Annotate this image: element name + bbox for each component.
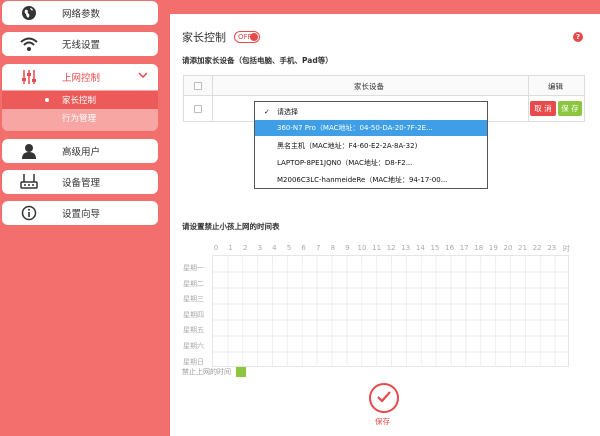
column-header-device: 家长设备 [354,82,384,91]
nav-device-management[interactable]: 设备管理 [2,170,158,194]
router-icon [20,173,38,191]
save-button[interactable] [369,383,399,413]
hour-label: 3 [257,244,263,252]
hour-label: 5 [286,244,292,252]
schedule-grid[interactable] [212,255,569,367]
hour-label: 0 [213,244,219,252]
submenu-item-behavior-management[interactable]: 行为管理 [2,109,158,127]
bullet-icon [45,98,49,102]
cancel-button[interactable]: 取 消 [530,101,556,116]
hour-label: 6 [301,244,306,252]
day-label: 星期一 [183,264,204,272]
hour-label: 20 [503,244,513,252]
submenu-internet-control: 家长控制 行为管理 [2,90,158,131]
hour-label: 时 [562,245,570,253]
main-panel: 家长控制 OFF ? 请添加家长设备（包括电脑、手机、Pad等） 家长设备 编辑… [170,14,600,436]
save-label: 保存 [375,417,390,426]
dropdown-option[interactable]: 黑名主机（MAC地址：F4-60-E2-2A-8A-32) [255,138,487,154]
hour-label: 16 [445,244,455,252]
table-divider [212,76,213,121]
nav-label: 网络参数 [62,9,101,20]
title-row: 家长控制 OFF [182,29,260,45]
hour-label: 13 [401,244,411,252]
nav-wireless[interactable]: 无线设置 [2,32,158,56]
submenu-label: 家长控制 [62,96,97,106]
hour-label: 9 [345,244,350,252]
toggle-knob [250,33,258,41]
nav-label: 上网控制 [62,73,101,84]
row-checkbox[interactable] [194,105,202,113]
hour-label: 22 [532,244,542,252]
day-label: 星期二 [183,279,204,288]
sliders-icon [20,68,38,86]
info-icon [20,204,38,222]
globe-icon [20,4,38,22]
legend-label: 禁止上网的时间 [182,368,231,376]
nav-label: 设备管理 [62,178,101,189]
hour-label: 2 [242,244,248,252]
day-label: 星期四 [183,310,204,319]
hour-label: 10 [357,244,367,252]
hour-label: 7 [315,244,321,252]
hour-label: 1 [228,244,233,252]
hour-label: 17 [459,244,469,252]
hour-label: 19 [488,244,498,252]
page-title: 家长控制 [182,31,226,44]
hour-label: 23 [547,244,557,252]
device-select-dropdown[interactable]: ✓ 请选择 360-N7 Pro（MAC地址：04-50-DA-20-7F-2E… [254,101,488,189]
save-row-button[interactable]: 保 存 [558,101,582,116]
nav-internet-control[interactable]: 上网控制 [2,64,158,90]
wifi-icon [20,35,38,53]
hour-label: 14 [415,244,425,252]
submenu-label: 行为管理 [62,114,97,124]
device-table-header [184,76,584,96]
submenu-item-parental-control[interactable]: 家长控制 [2,91,158,109]
dropdown-option[interactable]: 360-N7 Pro（MAC地址：04-50-DA-20-7F-2E... [255,120,487,136]
dropdown-option[interactable]: LAPTOP-8PE1JQN0（MAC地址：D8-F2... [255,155,487,171]
nav-setup-wizard[interactable]: 设置向导 [2,201,158,225]
sidebar: 网络参数 无线设置 上网控制 家长控制 行为管理 高级用户 设备管理 设置向导 [0,0,165,436]
chevron-down-icon [138,71,148,81]
check-icon [376,390,392,407]
dropdown-option[interactable]: M2006C3LC-hanmeideRe（MAC地址：94-17-00... [255,172,487,188]
dropdown-option[interactable]: ✓ 请选择 [255,104,487,120]
nav-label: 无线设置 [62,40,101,51]
column-header-edit: 编辑 [548,82,563,91]
day-label: 星期日 [183,357,204,366]
day-label: 星期五 [183,326,204,335]
hour-label: 11 [372,244,382,252]
day-label: 星期三 [183,295,204,304]
hour-label: 4 [272,244,277,252]
hour-label: 15 [430,244,440,252]
day-label: 星期六 [183,342,204,350]
table-divider [528,76,529,121]
hour-label: 21 [518,244,528,252]
hour-label: 18 [474,244,484,252]
legend: 禁止上网的时间 [182,367,246,377]
checkmark-icon: ✓ [264,108,270,116]
hour-label: 8 [330,244,336,252]
nav-label: 设置向导 [62,209,101,220]
nav-label: 高级用户 [62,147,101,158]
nav-network-params[interactable]: 网络参数 [2,1,158,25]
hour-label: 12 [386,244,396,252]
user-icon [20,142,38,160]
legend-swatch [236,367,246,377]
parental-control-toggle[interactable]: OFF [234,31,260,43]
nav-advanced-user[interactable]: 高级用户 [2,139,158,163]
add-device-label: 请添加家长设备（包括电脑、手机、Pad等） [182,56,333,65]
select-all-checkbox[interactable] [194,82,202,90]
help-icon[interactable]: ? [573,32,583,42]
schedule-label: 请设置禁止小孩上网的时间表 [182,222,280,231]
